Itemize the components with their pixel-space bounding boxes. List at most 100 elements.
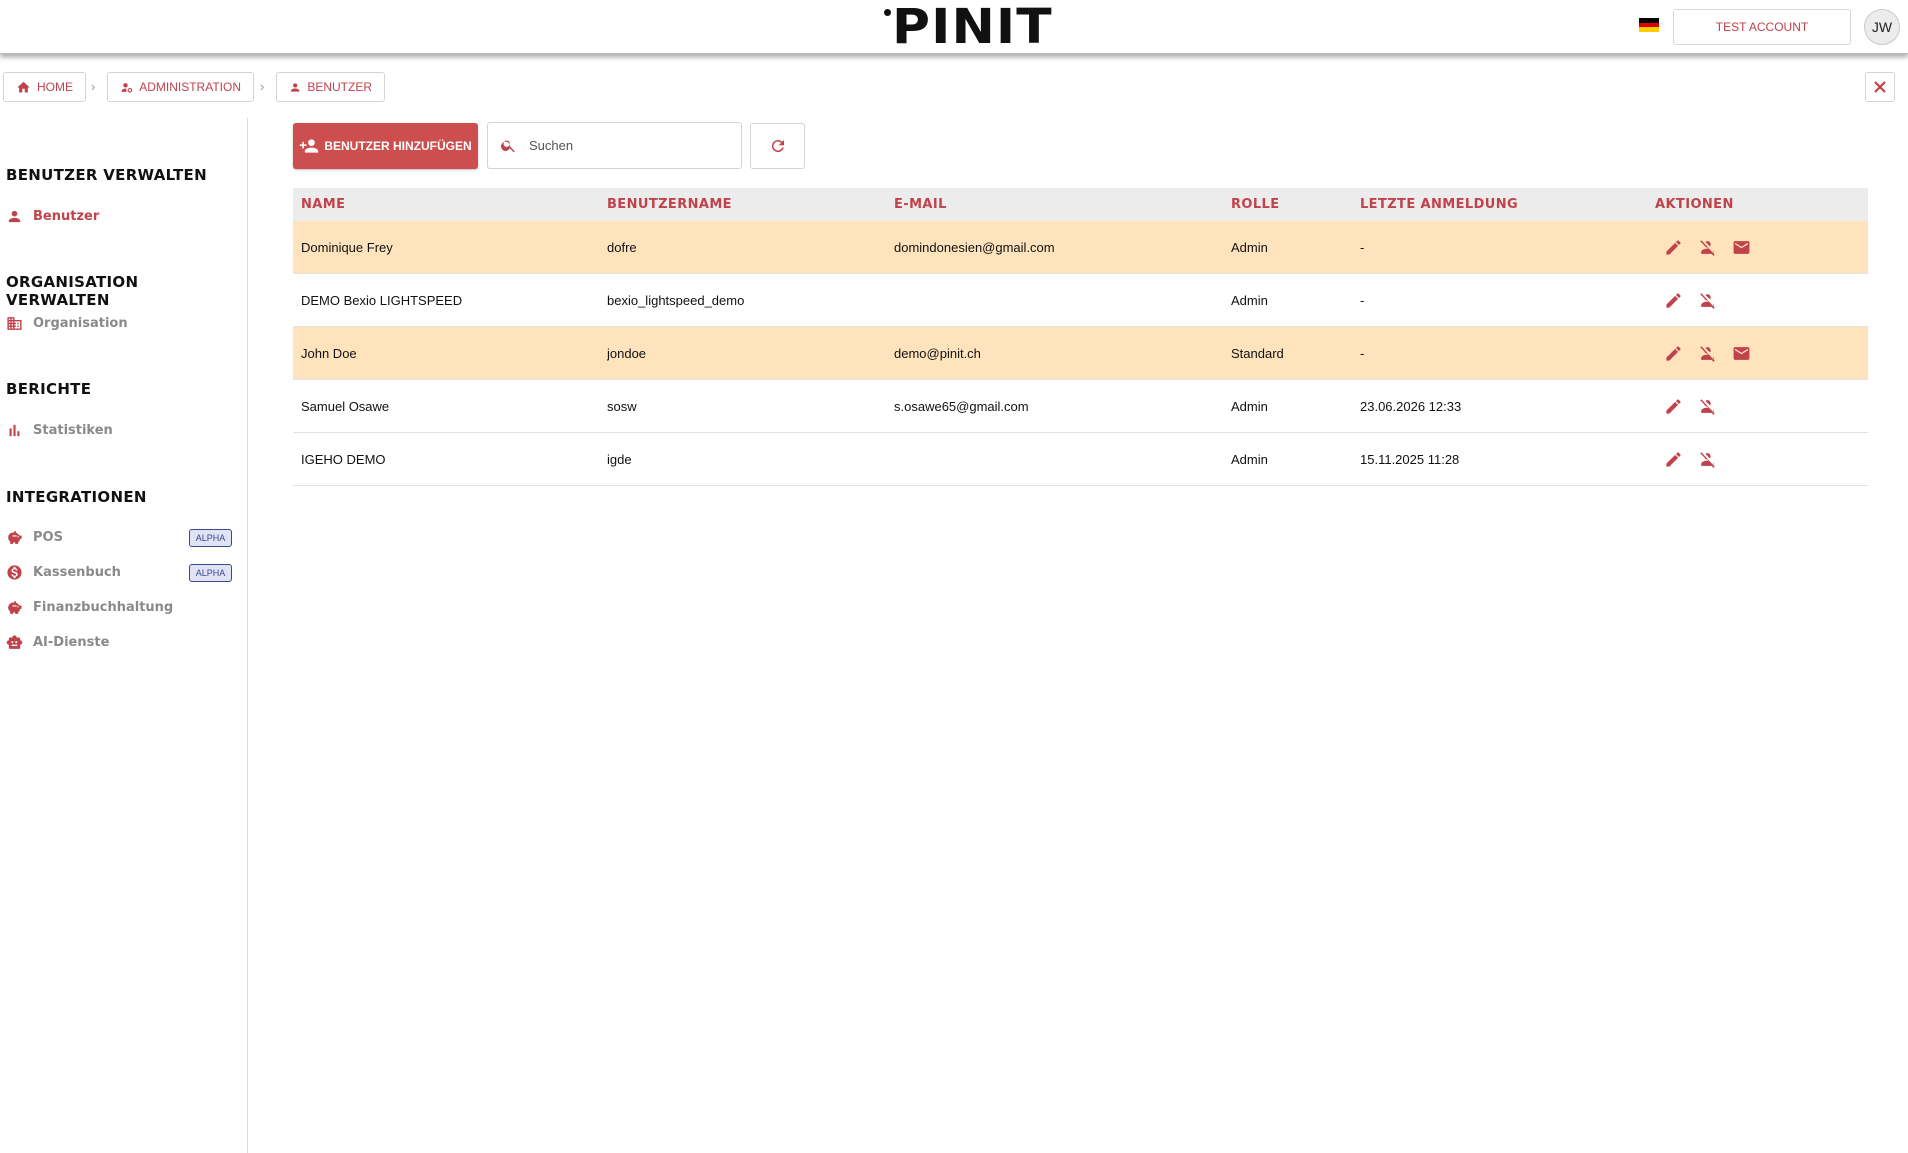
- table-row[interactable]: Samuel Osawe sosw s.osawe65@gmail.com Admin…: [293, 380, 1868, 433]
- breadcrumb-administration[interactable]: ADMINISTRATION: [107, 72, 254, 102]
- sidebar-item-kassenbuch[interactable]: Kassenbuch: [6, 564, 121, 581]
- cell-actions: [1655, 288, 1868, 312]
- edit-button[interactable]: [1661, 341, 1685, 365]
- header-role[interactable]: ROLLE: [1231, 197, 1360, 212]
- add-person-icon: [300, 139, 319, 153]
- edit-icon: [1665, 451, 1681, 467]
- send-mail-button[interactable]: [1729, 235, 1753, 259]
- section-title-berichte: BERICHTE: [6, 380, 92, 398]
- sidebar-item-label: AI-Dienste: [33, 635, 110, 650]
- breadcrumb-benutzer[interactable]: BENUTZER: [276, 72, 385, 102]
- refresh-icon: [771, 140, 784, 153]
- person-off-icon: [1699, 451, 1715, 468]
- cell-role: Admin: [1231, 292, 1268, 308]
- breadcrumb-home[interactable]: HOME: [3, 72, 86, 102]
- search-icon: [501, 140, 515, 153]
- header-name[interactable]: NAME: [293, 197, 607, 212]
- send-mail-button[interactable]: [1729, 341, 1753, 365]
- flag-stripe-gold: [1639, 27, 1659, 33]
- sidebar-item-organisation[interactable]: Organisation: [6, 315, 128, 332]
- sidebar-item-label: Statistiken: [33, 423, 113, 438]
- table-row[interactable]: John Doe jondoe demo@pinit.ch Standard -: [293, 327, 1868, 380]
- avatar[interactable]: JW: [1864, 9, 1900, 45]
- cell-actions: [1655, 447, 1868, 471]
- piggy-bank-icon: [8, 531, 22, 544]
- edit-button[interactable]: [1661, 235, 1685, 259]
- robot-icon: [6, 635, 23, 649]
- edit-button[interactable]: [1661, 447, 1685, 471]
- cell-email: demo@pinit.ch: [894, 345, 981, 361]
- person-icon: [8, 210, 21, 223]
- edit-icon: [1665, 239, 1681, 255]
- header-email[interactable]: E-MAIL: [894, 197, 1231, 212]
- header-last-login[interactable]: LETZTE ANMELDUNG: [1360, 197, 1655, 212]
- section-title-benutzer-verwalten: BENUTZER VERWALTEN: [6, 166, 207, 184]
- cell-name: Dominique Frey: [301, 239, 393, 255]
- table-header: NAME BENUTZERNAME E-MAIL ROLLE LETZTE AN…: [293, 188, 1868, 221]
- sidebar-item-label: Benutzer: [33, 209, 100, 224]
- edit-button[interactable]: [1661, 394, 1685, 418]
- german-flag-icon[interactable]: [1639, 18, 1659, 33]
- sidebar-item-benutzer[interactable]: Benutzer: [6, 208, 99, 225]
- pinit-logo[interactable]: PINIT: [884, 3, 1052, 51]
- deactivate-user-button[interactable]: [1695, 394, 1719, 418]
- section-title-organisation-verwalten: ORGANISATION VERWALTEN: [6, 273, 139, 309]
- deactivate-user-button[interactable]: [1695, 341, 1719, 365]
- sidebar-item-label: Organisation: [33, 316, 128, 331]
- cell-name: Samuel Osawe: [301, 398, 390, 414]
- cell-email: domindonesien@gmail.com: [894, 239, 1055, 255]
- header-actions: AKTIONEN: [1655, 197, 1734, 212]
- add-user-label: BENUTZER HINZUFÜGEN: [324, 139, 472, 153]
- sidebar-item-pos[interactable]: POS: [6, 529, 63, 546]
- close-button[interactable]: [1865, 72, 1895, 102]
- alpha-badge: ALPHA: [189, 529, 232, 547]
- mail-icon: [1733, 240, 1749, 254]
- cell-actions: [1655, 394, 1868, 418]
- sidebar-item-statistiken[interactable]: Statistiken: [6, 422, 113, 439]
- breadcrumb-benutzer-label: BENUTZER: [307, 80, 372, 94]
- top-bar: PINIT TEST ACCOUNT JW: [0, 0, 1908, 54]
- sidebar-item-ai-dienste[interactable]: AI-Dienste: [6, 634, 109, 651]
- bar-chart-icon: [9, 424, 20, 437]
- person-off-icon: [1699, 292, 1715, 309]
- deactivate-user-button[interactable]: [1695, 447, 1719, 471]
- table-row[interactable]: Dominique Frey dofre domindonesien@gmail.c…: [293, 221, 1868, 274]
- edit-icon: [1665, 398, 1681, 414]
- person-off-icon: [1699, 345, 1715, 362]
- cell-username: dofre: [607, 239, 637, 255]
- sidebar: BENUTZER VERWALTEN Benutzer ORGANISATION…: [0, 118, 248, 1153]
- search-box[interactable]: [487, 122, 742, 169]
- header-username[interactable]: BENUTZERNAME: [607, 197, 894, 212]
- breadcrumb-separator: ›: [91, 79, 96, 94]
- logo-text: PINIT: [892, 0, 1053, 55]
- edit-icon: [1665, 292, 1681, 308]
- person-off-icon: [1699, 239, 1715, 256]
- close-icon: [1874, 81, 1886, 93]
- home-icon: [17, 81, 30, 92]
- table-row[interactable]: IGEHO DEMO igde Admin 15.11.2025 11:28: [293, 433, 1868, 486]
- deactivate-user-button[interactable]: [1695, 288, 1719, 312]
- search-input[interactable]: [529, 138, 719, 153]
- cell-name: IGEHO DEMO: [301, 451, 386, 467]
- edit-button[interactable]: [1661, 288, 1685, 312]
- deactivate-user-button[interactable]: [1695, 235, 1719, 259]
- breadcrumb-administration-label: ADMINISTRATION: [139, 80, 241, 94]
- breadcrumb-separator: ›: [260, 79, 265, 94]
- cell-last-login: -: [1360, 292, 1365, 308]
- mail-icon: [1733, 346, 1749, 360]
- users-table: NAME BENUTZERNAME E-MAIL ROLLE LETZTE AN…: [293, 188, 1868, 486]
- cell-last-login: 23.06.2026 12:33: [1360, 398, 1462, 414]
- piggy-bank-icon: [8, 601, 22, 614]
- sidebar-item-label: Kassenbuch: [33, 565, 121, 580]
- cell-name: John Doe: [301, 345, 357, 361]
- person-icon: [291, 82, 300, 92]
- table-row[interactable]: DEMO Bexio LIGHTSPEED bexio_lightspeed_de…: [293, 274, 1868, 327]
- refresh-button[interactable]: [750, 123, 805, 169]
- test-account-button[interactable]: TEST ACCOUNT: [1673, 9, 1851, 45]
- sidebar-item-label: POS: [33, 530, 63, 545]
- add-user-button[interactable]: BENUTZER HINZUFÜGEN: [293, 123, 478, 169]
- sidebar-item-finanzbuchhaltung[interactable]: Finanzbuchhaltung: [6, 599, 173, 616]
- sidebar-item-label: Finanzbuchhaltung: [33, 600, 174, 615]
- breadcrumb-home-label: HOME: [37, 80, 73, 94]
- cell-role: Admin: [1231, 239, 1268, 255]
